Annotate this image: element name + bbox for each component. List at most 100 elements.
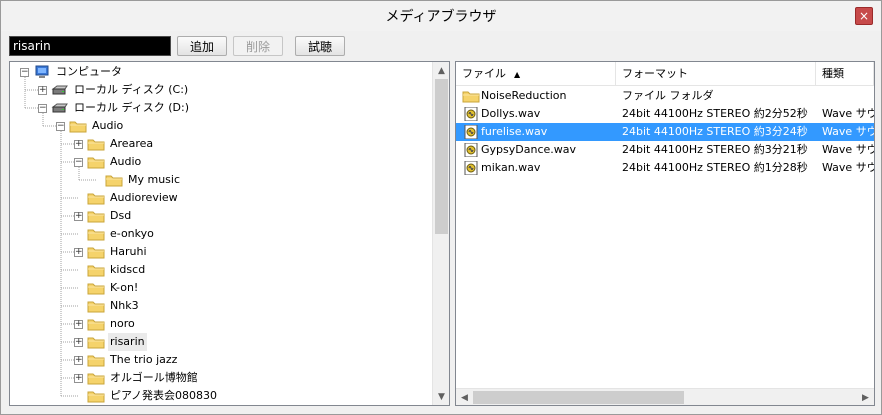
list-item[interactable]: GypsyDance.wav 24bit 44100Hz STEREO 約3分21… [456, 141, 874, 159]
tree-item-label: ローカル ディスク (D:) [74, 101, 189, 114]
list-item[interactable]: NoiseReduction ファイル フォルダ [456, 87, 874, 105]
expand-icon[interactable]: + [74, 319, 83, 329]
tree-item[interactable]: + Arearea [74, 135, 155, 153]
file-name: furelise.wav [481, 125, 548, 138]
collapse-icon[interactable]: − [38, 103, 47, 113]
scroll-up-arrow-icon[interactable]: ▲ [433, 62, 449, 79]
folder-icon [87, 191, 105, 205]
tree-item[interactable]: ピアノ発表会080830 [74, 387, 219, 405]
file-name: GypsyDance.wav [481, 143, 576, 156]
close-button[interactable]: × [855, 7, 873, 25]
collapse-icon[interactable]: − [74, 157, 83, 167]
expand-icon[interactable]: + [38, 85, 47, 95]
wave-file-icon [462, 124, 478, 140]
file-format: ファイル フォルダ [622, 89, 714, 102]
file-format: 24bit 44100Hz STEREO 約2分52秒 [622, 107, 808, 120]
tree-item[interactable]: + Haruhi [74, 243, 149, 261]
tree-item-label: e-onkyo [110, 227, 154, 240]
tree-item[interactable]: My music [92, 171, 182, 189]
scroll-down-arrow-icon[interactable]: ▼ [433, 388, 449, 405]
tree-item[interactable]: + risarin [74, 333, 147, 351]
expand-icon[interactable]: + [74, 211, 83, 221]
file-type: Wave サウ [822, 143, 874, 156]
file-name: NoiseReduction [481, 89, 567, 102]
tree-item-label: Nhk3 [110, 299, 139, 312]
tree-item[interactable]: e-onkyo [74, 225, 156, 243]
tree-scroll-thumb[interactable] [435, 79, 448, 234]
drive-icon [51, 101, 69, 115]
tree-item[interactable]: − Audio [56, 117, 125, 135]
add-button[interactable]: 追加 [177, 36, 227, 56]
file-list-header: ファイル ▲ フォーマット 種類 [456, 62, 874, 86]
column-header[interactable]: ファイル ▲ [456, 62, 616, 86]
delete-button[interactable]: 削除 [233, 36, 283, 56]
tree-item[interactable]: − コンピュータ [20, 63, 124, 81]
tree-item[interactable]: Nhk3 [74, 297, 141, 315]
folder-icon [87, 281, 105, 295]
folder-icon [87, 245, 105, 259]
tree-item-label: Arearea [110, 137, 154, 150]
folder-icon [87, 227, 105, 241]
list-item[interactable]: mikan.wav 24bit 44100Hz STEREO 約1分28秒 Wave… [456, 159, 874, 177]
preview-listen-button[interactable]: 試聴 [295, 36, 345, 56]
scroll-right-arrow-icon[interactable]: ▶ [857, 389, 874, 405]
column-header[interactable]: フォーマット [616, 62, 816, 86]
tree-item-label: My music [128, 173, 181, 186]
title-bar[interactable]: メディアブラウザ × [1, 1, 881, 31]
tree-item[interactable]: K-on! [74, 279, 140, 297]
wave-file-icon [462, 160, 478, 176]
expand-icon[interactable]: + [74, 355, 83, 365]
file-list[interactable]: ファイル ▲ フォーマット 種類 NoiseReduction ファイル フォルダ Dol… [455, 61, 875, 406]
tree-item[interactable]: + The trio jazz [74, 351, 179, 369]
folder-tree[interactable]: − コンピュータ + ローカル ディスク (C:) − ローカル ディスク (D:) − Au… [9, 61, 450, 406]
column-header-label: ファイル [462, 67, 506, 80]
expand-icon[interactable]: + [74, 337, 83, 347]
folder-icon [87, 209, 105, 223]
computer-icon [33, 65, 51, 79]
media-browser-window: メディアブラウザ × 追加 削除 試聴 − コンピュータ + ローカル ディスク (C… [0, 0, 882, 415]
tree-item[interactable]: Audioreview [74, 189, 180, 207]
folder-icon [69, 119, 87, 133]
tree-item-label: Audio [110, 155, 142, 168]
scroll-left-arrow-icon[interactable]: ◀ [456, 389, 473, 405]
column-header-label: フォーマット [622, 67, 688, 80]
tree-item-label: risarin [108, 333, 147, 351]
tree-item-label: kidscd [110, 263, 146, 276]
folder-icon [87, 299, 105, 313]
collapse-icon[interactable]: − [56, 121, 65, 131]
list-item[interactable]: Dollys.wav 24bit 44100Hz STEREO 約2分52秒 Wav… [456, 105, 874, 123]
window-title: メディアブラウザ [385, 9, 497, 25]
file-format: 24bit 44100Hz STEREO 約3分21秒 [622, 143, 808, 156]
column-header[interactable]: 種類 [816, 62, 874, 86]
folder-icon [87, 263, 105, 277]
expand-icon[interactable]: + [74, 247, 83, 257]
file-type [816, 87, 874, 105]
list-scroll-thumb[interactable] [473, 391, 684, 404]
tree-item[interactable]: + ローカル ディスク (C:) [38, 81, 190, 99]
tree-vertical-scrollbar[interactable]: ▲ ▼ [432, 62, 449, 405]
expand-icon[interactable]: + [74, 139, 83, 149]
tree-item[interactable]: + オルゴール博物館 [74, 369, 200, 387]
tree-item-label: コンピュータ [56, 65, 122, 78]
file-type: Wave サウ [822, 107, 874, 120]
tree-item[interactable]: + noro [74, 315, 137, 333]
search-input[interactable] [9, 36, 171, 56]
tree-item-label: ローカル ディスク (C:) [74, 83, 189, 96]
folder-icon [87, 155, 105, 169]
wave-file-icon [462, 142, 478, 158]
expand-icon[interactable]: + [74, 373, 83, 383]
tree-item[interactable]: kidscd [74, 261, 147, 279]
folder-icon [87, 317, 105, 331]
tree-item[interactable]: − Audio [74, 153, 143, 171]
tree-item-label: Dsd [110, 209, 132, 222]
tree-item[interactable]: + Dsd [74, 207, 133, 225]
list-item[interactable]: furelise.wav 24bit 44100Hz STEREO 約3分24秒 W… [456, 123, 874, 141]
collapse-icon[interactable]: − [20, 67, 29, 77]
wave-file-icon [462, 106, 478, 122]
tree-item[interactable]: − ローカル ディスク (D:) [38, 99, 191, 117]
column-header-label: 種類 [822, 67, 844, 80]
file-type: Wave サウ [822, 161, 874, 174]
list-horizontal-scrollbar[interactable]: ◀ ▶ [456, 388, 874, 405]
